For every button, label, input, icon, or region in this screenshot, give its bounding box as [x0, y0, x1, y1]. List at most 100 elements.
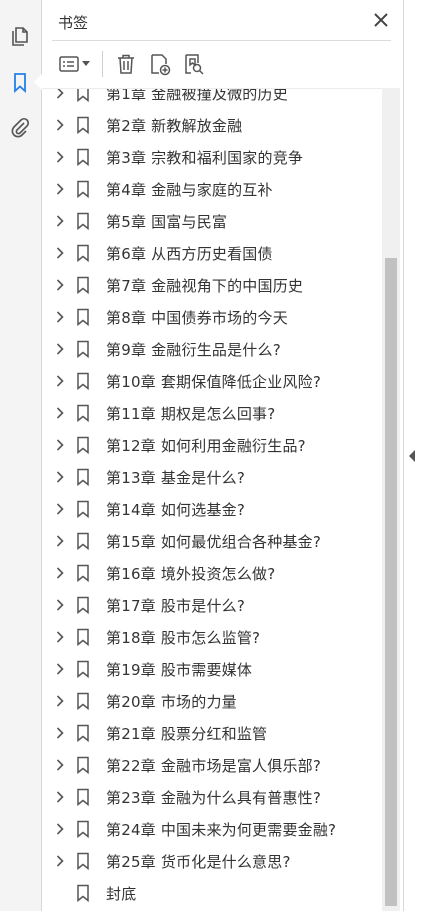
delete-bookmark-button[interactable] — [111, 49, 141, 79]
bookmark-icon — [74, 820, 92, 838]
chevron-down-icon — [81, 61, 90, 66]
bookmark-label: 第22章 金融市场是富人俱乐部? — [106, 756, 322, 775]
bookmark-item[interactable]: 第23章 金融为什么具有普惠性? — [42, 781, 382, 813]
bookmark-item[interactable]: 第13章 基金是什么? — [42, 461, 382, 493]
bookmark-icon — [74, 852, 92, 870]
bookmark-item[interactable]: 第9章 金融衍生品是什么? — [42, 333, 382, 365]
pages-panel-button[interactable] — [6, 22, 34, 50]
expand-chevron-icon[interactable] — [52, 695, 68, 707]
bookmark-item[interactable]: 第22章 金融市场是富人俱乐部? — [42, 749, 382, 781]
expand-chevron-icon[interactable] — [52, 567, 68, 579]
bookmark-icon — [74, 89, 92, 102]
bookmark-label: 第25章 货币化是什么意思? — [106, 852, 291, 871]
expand-chevron-icon[interactable] — [52, 503, 68, 515]
bookmark-item[interactable]: 第12章 如何利用金融衍生品? — [42, 429, 382, 461]
bookmark-label: 第18章 股市怎么监管? — [106, 628, 261, 647]
collapse-panel-arrow-icon[interactable] — [409, 450, 415, 462]
bookmark-item[interactable]: 第5章 国富与民富 — [42, 205, 382, 237]
bookmark-label: 第16章 境外投资怎么做? — [106, 564, 276, 583]
expand-chevron-icon[interactable] — [52, 631, 68, 643]
bookmark-item[interactable]: 第8章 中国债券市场的今天 — [42, 301, 382, 333]
bookmark-label: 第10章 套期保值降低企业风险? — [106, 372, 322, 391]
expand-chevron-icon[interactable] — [52, 215, 68, 227]
expand-chevron-icon[interactable] — [52, 311, 68, 323]
expand-chevron-icon[interactable] — [52, 823, 68, 835]
expand-chevron-icon[interactable] — [52, 791, 68, 803]
options-menu-button[interactable] — [54, 49, 94, 79]
bookmark-item[interactable]: 第21章 股票分红和监管 — [42, 717, 382, 749]
expand-chevron-icon[interactable] — [52, 599, 68, 611]
title-separator — [52, 40, 391, 41]
delete-bookmark-icon — [118, 54, 134, 74]
bookmark-item[interactable]: 第19章 股市需要媒体 — [42, 653, 382, 685]
bookmark-icon — [74, 276, 92, 294]
bookmark-label: 第15章 如何最优组合各种基金? — [106, 532, 322, 551]
bookmark-item[interactable]: 第15章 如何最优组合各种基金? — [42, 525, 382, 557]
bookmark-item[interactable]: 第11章 期权是怎么回事? — [42, 397, 382, 429]
bookmark-icon — [74, 340, 92, 358]
bookmark-item[interactable]: 第20章 市场的力量 — [42, 685, 382, 717]
bookmark-label: 第24章 中国未来为何更需要金融? — [106, 820, 337, 839]
bookmark-icon — [74, 404, 92, 422]
bookmark-item[interactable]: 第17章 股市是什么? — [42, 589, 382, 621]
bookmark-item[interactable]: 第3章 宗教和福利国家的竞争 — [42, 141, 382, 173]
close-panel-button[interactable] — [371, 10, 391, 30]
bookmark-label: 第3章 宗教和福利国家的竞争 — [106, 148, 304, 167]
bookmark-icon — [74, 244, 92, 262]
expand-chevron-icon[interactable] — [52, 375, 68, 387]
find-bookmark-button[interactable] — [179, 49, 209, 79]
bookmark-item[interactable]: 第24章 中国未来为何更需要金融? — [42, 813, 382, 845]
bookmark-item[interactable]: 第25章 货币化是什么意思? — [42, 845, 382, 877]
bookmark-icon — [74, 372, 92, 390]
expand-chevron-icon[interactable] — [52, 119, 68, 131]
bookmark-icon — [74, 756, 92, 774]
expand-chevron-icon[interactable] — [52, 183, 68, 195]
left-nav-rail — [0, 0, 42, 911]
bookmark-tree: 第1章 金融被撞及微的历史第2章 新教解放金融第3章 宗教和福利国家的竞争 第4章… — [42, 88, 382, 911]
vertical-scrollbar[interactable] — [382, 88, 400, 911]
bookmarks-panel-button[interactable] — [6, 68, 42, 96]
expand-chevron-icon[interactable] — [52, 439, 68, 451]
bookmark-icon — [74, 148, 92, 166]
bookmark-item[interactable]: 第2章 新教解放金融 — [42, 109, 382, 141]
bookmark-icon — [74, 660, 92, 678]
bookmark-icon — [74, 532, 92, 550]
new-bookmark-button[interactable] — [145, 49, 175, 79]
bookmark-item[interactable]: 第14章 如何选基金? — [42, 493, 382, 525]
bookmark-item[interactable]: 第1章 金融被撞及微的历史 — [42, 88, 382, 109]
bookmark-label: 第23章 金融为什么具有普惠性? — [106, 788, 322, 807]
bookmark-icon — [74, 564, 92, 582]
bookmark-item[interactable]: 第4章 金融与家庭的互补 — [42, 173, 382, 205]
bookmark-label: 第2章 新教解放金融 — [106, 116, 243, 135]
expand-chevron-icon[interactable] — [52, 663, 68, 675]
bookmark-label: 第1章 金融被撞及微的历史 — [106, 88, 288, 103]
bookmark-icon — [74, 308, 92, 326]
bookmark-item[interactable]: 第10章 套期保值降低企业风险? — [42, 365, 382, 397]
bookmark-label: 第4章 金融与家庭的互补 — [106, 180, 273, 199]
bookmark-item[interactable]: 第18章 股市怎么监管? — [42, 621, 382, 653]
bookmarks-panel: 书签 第1章 金融被撞及微的历史 第2章 新教解放金融 第3章 宗教和福利国家的… — [42, 0, 404, 911]
expand-chevron-icon[interactable] — [52, 279, 68, 291]
expand-chevron-icon[interactable] — [52, 89, 68, 99]
expand-chevron-icon[interactable] — [52, 247, 68, 259]
bookmark-icon — [74, 116, 92, 134]
bookmark-icon — [74, 436, 92, 454]
bookmark-item[interactable]: 封底 — [42, 877, 382, 909]
expand-chevron-icon[interactable] — [52, 855, 68, 867]
bookmark-label: 封底 — [106, 884, 137, 903]
scrollbar-thumb[interactable] — [385, 258, 397, 906]
expand-chevron-icon[interactable] — [52, 407, 68, 419]
expand-chevron-icon[interactable] — [52, 727, 68, 739]
bookmark-item[interactable]: 第6章 从西方历史看国债 — [42, 237, 382, 269]
bookmark-label: 第9章 金融衍生品是什么? — [106, 340, 281, 359]
expand-chevron-icon[interactable] — [52, 759, 68, 771]
bookmark-list: 第1章 金融被撞及微的历史第2章 新教解放金融第3章 宗教和福利国家的竞争 第4章… — [42, 88, 382, 909]
expand-chevron-icon[interactable] — [52, 151, 68, 163]
attachments-panel-button[interactable] — [6, 114, 34, 142]
bookmark-item[interactable]: 第7章 金融视角下的中国历史 — [42, 269, 382, 301]
new-bookmark-icon — [151, 54, 171, 76]
expand-chevron-icon[interactable] — [52, 535, 68, 547]
expand-chevron-icon[interactable] — [52, 471, 68, 483]
expand-chevron-icon[interactable] — [52, 343, 68, 355]
bookmark-item[interactable]: 第16章 境外投资怎么做? — [42, 557, 382, 589]
